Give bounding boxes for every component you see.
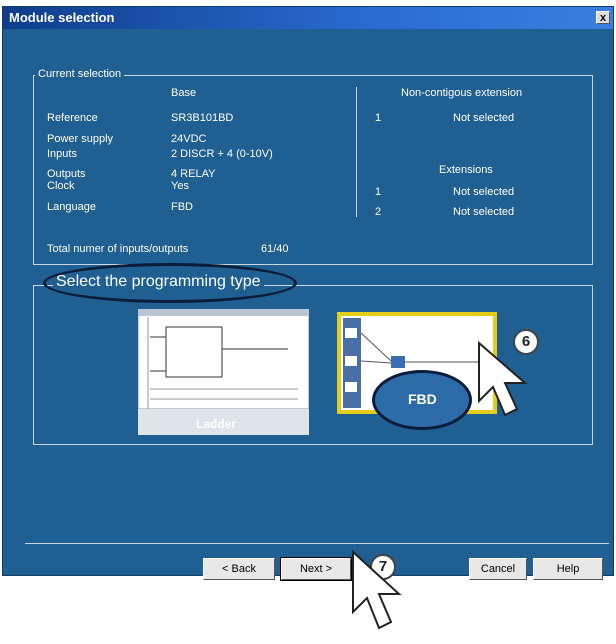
language-value: FBD bbox=[171, 201, 193, 213]
next-button[interactable]: Next > bbox=[280, 557, 352, 581]
selection-divider bbox=[356, 87, 357, 217]
noncontig-header: Non-contigous extension bbox=[401, 87, 523, 99]
legend-highlight-ellipse bbox=[43, 263, 297, 303]
inputs-value: 2 DISCR + 4 (0-10V) bbox=[171, 148, 273, 160]
outputs-value: 4 RELAY bbox=[171, 168, 216, 180]
clock-label: Clock bbox=[47, 180, 75, 192]
close-button[interactable]: x bbox=[596, 11, 610, 24]
extension-2-num: 2 bbox=[375, 206, 382, 218]
extension-1-value: Not selected bbox=[453, 186, 515, 198]
extension-1-num: 1 bbox=[375, 186, 382, 198]
ladder-diagram-preview bbox=[138, 309, 309, 409]
current-selection-group bbox=[33, 75, 593, 265]
back-button[interactable]: < Back bbox=[203, 558, 275, 580]
total-io-value: 61/40 bbox=[261, 243, 289, 255]
inputs-label: Inputs bbox=[47, 148, 77, 160]
current-selection-legend: Current selection bbox=[35, 68, 125, 80]
noncontig-1-num: 1 bbox=[375, 112, 382, 124]
outputs-label: Outputs bbox=[47, 168, 86, 180]
extension-2-value: Not selected bbox=[453, 206, 515, 218]
base-header: Base bbox=[171, 87, 197, 99]
clock-value: Yes bbox=[171, 180, 189, 192]
cursor-arrow-icon bbox=[478, 341, 528, 417]
total-io-label: Total numer of inputs/outputs bbox=[47, 243, 189, 255]
reference-value: SR3B101BD bbox=[171, 112, 234, 124]
power-supply-label: Power supply bbox=[47, 133, 114, 145]
fbd-label: FBD bbox=[408, 391, 437, 407]
cancel-button[interactable]: Cancel bbox=[469, 558, 527, 580]
extensions-header: Extensions bbox=[439, 164, 493, 176]
reference-label: Reference bbox=[47, 112, 98, 124]
power-supply-value: 24VDC bbox=[171, 133, 207, 145]
module-selection-dialog: Module selection x Current selection Bas… bbox=[2, 6, 614, 581]
window-title: Module selection bbox=[9, 10, 115, 25]
help-button[interactable]: Help bbox=[533, 558, 603, 580]
language-label: Language bbox=[47, 201, 96, 213]
ladder-label: Ladder bbox=[196, 417, 237, 431]
title-bar: Module selection x bbox=[3, 7, 613, 29]
noncontig-1-value: Not selected bbox=[453, 112, 515, 124]
bottom-separator bbox=[25, 543, 609, 544]
ladder-option[interactable]: Ladder bbox=[138, 309, 309, 435]
cursor-arrow-icon bbox=[352, 550, 402, 630]
